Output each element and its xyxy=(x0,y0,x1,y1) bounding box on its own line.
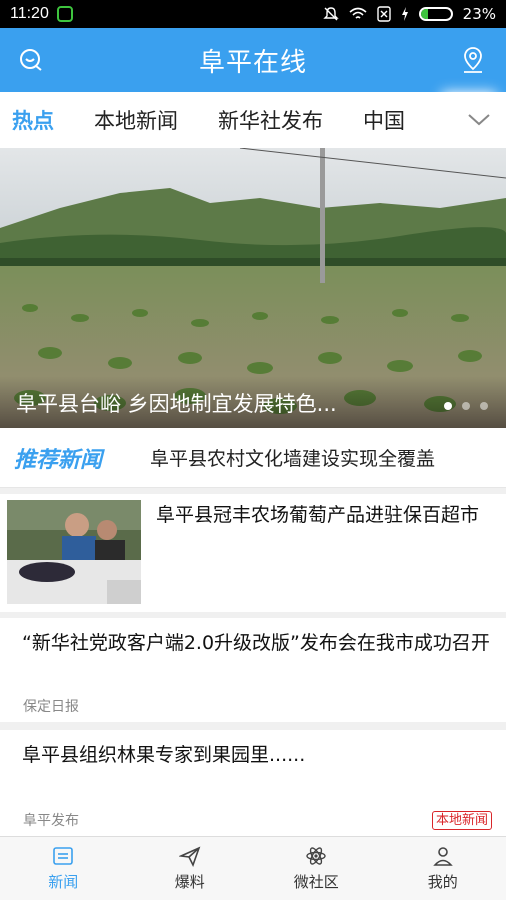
category-tag: 本地新闻 xyxy=(431,811,492,830)
battery-icon xyxy=(418,7,453,21)
mute-icon xyxy=(322,7,339,21)
chat-search-icon[interactable] xyxy=(16,45,46,75)
nav-community[interactable]: 微社区 xyxy=(253,837,380,900)
nav-report[interactable]: 爆料 xyxy=(127,837,254,900)
carousel-dots xyxy=(444,402,488,410)
carousel-dot xyxy=(480,402,488,410)
nav-news[interactable]: 新闻 xyxy=(0,837,127,900)
news-headline: 阜平县冠丰农场葡萄产品进驻保百超市 xyxy=(156,504,480,526)
send-icon xyxy=(178,846,201,867)
chevron-down-icon xyxy=(468,114,490,126)
news-item[interactable]: 阜平县冠丰农场葡萄产品进驻保百超市 xyxy=(0,494,506,612)
user-icon xyxy=(432,847,453,866)
nav-profile[interactable]: 我的 xyxy=(380,837,506,900)
thumbnail-photo xyxy=(7,500,141,604)
atom-icon xyxy=(306,847,326,865)
news-icon xyxy=(53,847,74,865)
news-item[interactable]: “新华社党政客户端2.0升级改版”发布会在我市成功召开 保定日报 xyxy=(0,618,506,722)
category-tabs: 热点 本地新闻 新华社发布 中国 xyxy=(0,92,506,148)
more-tabs-button[interactable] xyxy=(452,92,506,148)
app-title: 阜平在线 xyxy=(198,47,307,78)
tab-xinhua[interactable]: 新华社发布 xyxy=(198,105,343,135)
news-item[interactable]: 阜平县组织林果专家到果园里...... 阜平发布 本地新闻 xyxy=(0,730,506,836)
news-source: 保定日报 xyxy=(23,699,79,715)
news-thumbnail xyxy=(7,500,141,604)
tab-local-news[interactable]: 本地新闻 xyxy=(74,105,198,135)
charging-icon xyxy=(401,7,408,21)
nav-profile-label: 我的 xyxy=(427,873,458,891)
notification-app-icon xyxy=(56,6,73,22)
tab-china[interactable]: 中国 xyxy=(343,105,425,135)
tab-hot[interactable]: 热点 xyxy=(0,105,74,135)
featured-banner[interactable]: 阜平县台峪 乡因地制宜发展特色... xyxy=(0,148,506,428)
battery-percent: 23% xyxy=(462,5,496,23)
nav-report-label: 爆料 xyxy=(174,873,205,891)
recommend-headline: 阜平县农村文化墙建设实现全覆盖 xyxy=(150,448,436,470)
recommend-news-bar[interactable]: 推荐新闻 阜平县农村文化墙建设实现全覆盖 xyxy=(0,428,506,488)
banner-caption: 阜平县台峪 乡因地制宜发展特色... xyxy=(0,376,506,428)
nav-community-label: 微社区 xyxy=(293,873,339,891)
carousel-dot xyxy=(444,402,452,410)
nav-news-label: 新闻 xyxy=(48,873,79,891)
news-headline: 阜平县组织林果专家到果园里...... xyxy=(22,744,306,766)
news-source: 阜平发布 xyxy=(23,813,79,829)
carousel-dot xyxy=(462,402,470,410)
recommend-label: 推荐新闻 xyxy=(14,447,103,473)
status-time: 11:20 xyxy=(10,5,49,22)
status-bar: 11:20 23% xyxy=(0,0,506,28)
bottom-navigation: 新闻 爆料 微社区 我的 xyxy=(0,836,506,900)
sim-off-icon xyxy=(376,6,391,22)
news-headline: “新华社党政客户端2.0升级改版”发布会在我市成功召开 xyxy=(22,632,490,654)
location-icon[interactable] xyxy=(458,45,488,75)
app-header: 阜平在线 xyxy=(0,28,506,92)
wifi-icon xyxy=(349,7,367,19)
